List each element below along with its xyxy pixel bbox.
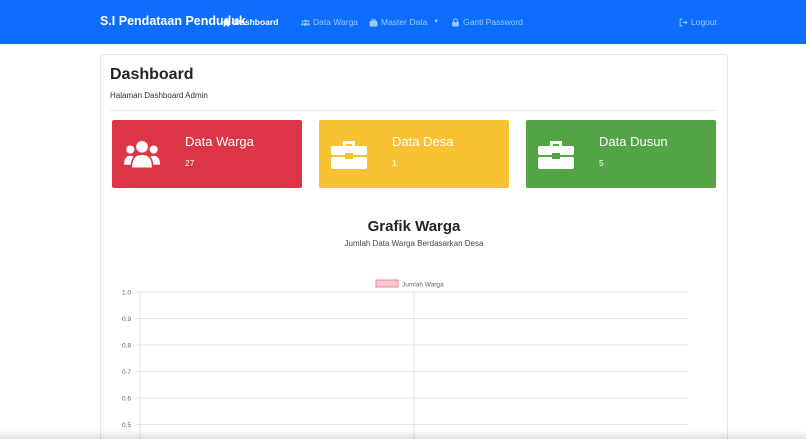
nav-data-warga[interactable]: Data Warga bbox=[301, 17, 358, 27]
nav-data-warga-label: Data Warga bbox=[313, 17, 359, 27]
nav-logout[interactable]: Logout bbox=[679, 17, 717, 27]
legend-label: Jumlah Warga bbox=[402, 282, 444, 289]
divider bbox=[110, 110, 718, 111]
y-tick-label: 0.5 bbox=[122, 422, 131, 429]
logout-icon bbox=[679, 18, 688, 26]
chevron-down-icon: ▼ bbox=[433, 19, 440, 25]
stat-label: Data Warga bbox=[185, 134, 254, 149]
database-icon bbox=[369, 18, 378, 26]
users-icon bbox=[301, 19, 310, 26]
nav-dashboard[interactable]: Dashboard bbox=[222, 17, 278, 27]
home-icon bbox=[222, 18, 231, 26]
y-tick-label: 0.7 bbox=[122, 369, 131, 376]
briefcase-icon bbox=[331, 141, 367, 169]
page-title: Dashboard bbox=[110, 66, 194, 83]
y-tick-label: 1.0 bbox=[122, 290, 131, 297]
chart-subtitle: Jumlah Data Warga Berdasarkan Desa bbox=[344, 239, 484, 248]
y-tick-label: 0.9 bbox=[122, 316, 131, 323]
stat-data-warga[interactable]: Data Warga 27 bbox=[112, 120, 302, 188]
nav-master-data-label: Master Data bbox=[381, 17, 428, 27]
nav-dashboard-label: Dashboard bbox=[234, 17, 279, 27]
stat-label: Data Dusun bbox=[599, 134, 668, 149]
users-icon bbox=[124, 140, 160, 168]
stat-label: Data Desa bbox=[392, 134, 454, 149]
stat-data-desa[interactable]: Data Desa 1 bbox=[319, 120, 509, 188]
briefcase-icon bbox=[538, 141, 574, 169]
page-bottom-shadow bbox=[0, 430, 806, 439]
nav-ganti-password-label: Ganti Password bbox=[463, 17, 523, 27]
y-tick-label: 0.6 bbox=[122, 396, 131, 403]
stat-value: 1 bbox=[392, 158, 397, 168]
stat-data-dusun[interactable]: Data Dusun 5 bbox=[526, 120, 716, 188]
nav-master-data[interactable]: Master Data ▼ bbox=[369, 17, 439, 27]
stat-value: 5 bbox=[599, 158, 604, 168]
nav-logout-label: Logout bbox=[691, 17, 717, 27]
y-tick-label: 0.8 bbox=[122, 343, 131, 350]
chart-canvas: Jumlah Warga 1.0 0.9 0.8 0.7 0.6 0.5 bbox=[122, 279, 688, 439]
stat-value: 27 bbox=[185, 158, 195, 168]
page-subtitle: Halaman Dashboard Admin bbox=[110, 91, 208, 100]
chart-title: Grafik Warga bbox=[367, 218, 461, 235]
legend-swatch bbox=[375, 279, 399, 288]
nav-ganti-password[interactable]: Ganti Password bbox=[451, 17, 523, 27]
navbar: S.I Pendataan Penduduk Dashboard Data Wa… bbox=[0, 0, 806, 44]
lock-icon bbox=[452, 17, 459, 26]
